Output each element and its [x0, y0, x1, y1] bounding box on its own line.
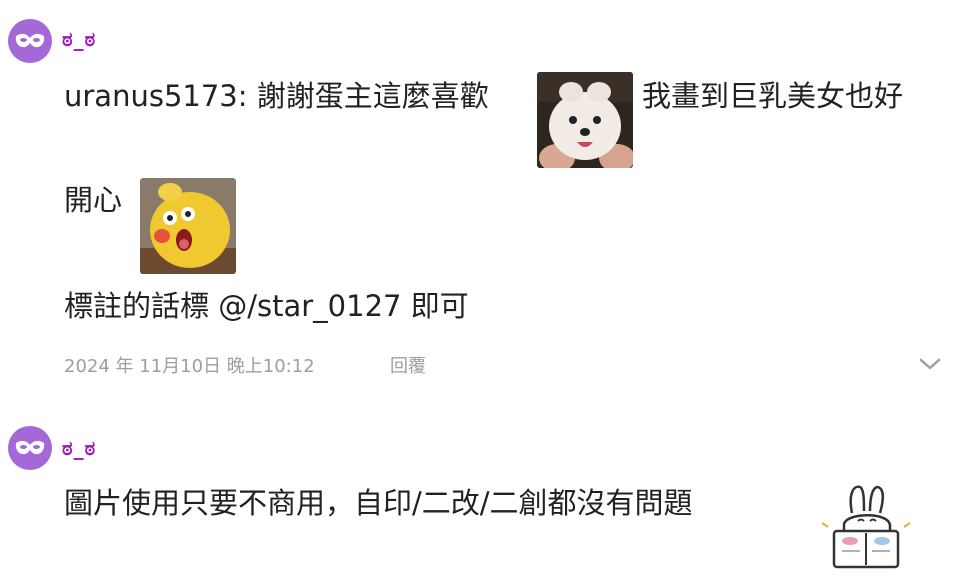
reply-button[interactable]: 回覆: [390, 352, 426, 378]
chevron-down-icon[interactable]: [916, 352, 944, 376]
username[interactable]: ಠ_ಠ: [62, 27, 96, 51]
comment-text-line: 圖片使用只要不商用，自印/二改/二創都沒有問題: [64, 486, 693, 520]
timestamp: 2024 年 11月10日 晚上10:12: [64, 356, 315, 377]
username[interactable]: ಠ_ಠ: [62, 436, 96, 460]
mask-avatar-icon[interactable]: [8, 426, 52, 470]
comment-text-line: 開心: [64, 183, 123, 217]
bunny-reading-sticker: [818, 477, 914, 577]
white-puppy-sticker: [537, 72, 633, 168]
comment-text-line: 我畫到巨乳美女也好: [642, 79, 904, 113]
comment-text-line: 標註的話標 @/star_0127 即可: [64, 289, 469, 323]
yellow-plush-sticker: [140, 178, 236, 274]
comment-text-line: uranus5173: 謝謝蛋主這麼喜歡: [64, 79, 489, 113]
mask-avatar-icon[interactable]: [8, 19, 52, 63]
